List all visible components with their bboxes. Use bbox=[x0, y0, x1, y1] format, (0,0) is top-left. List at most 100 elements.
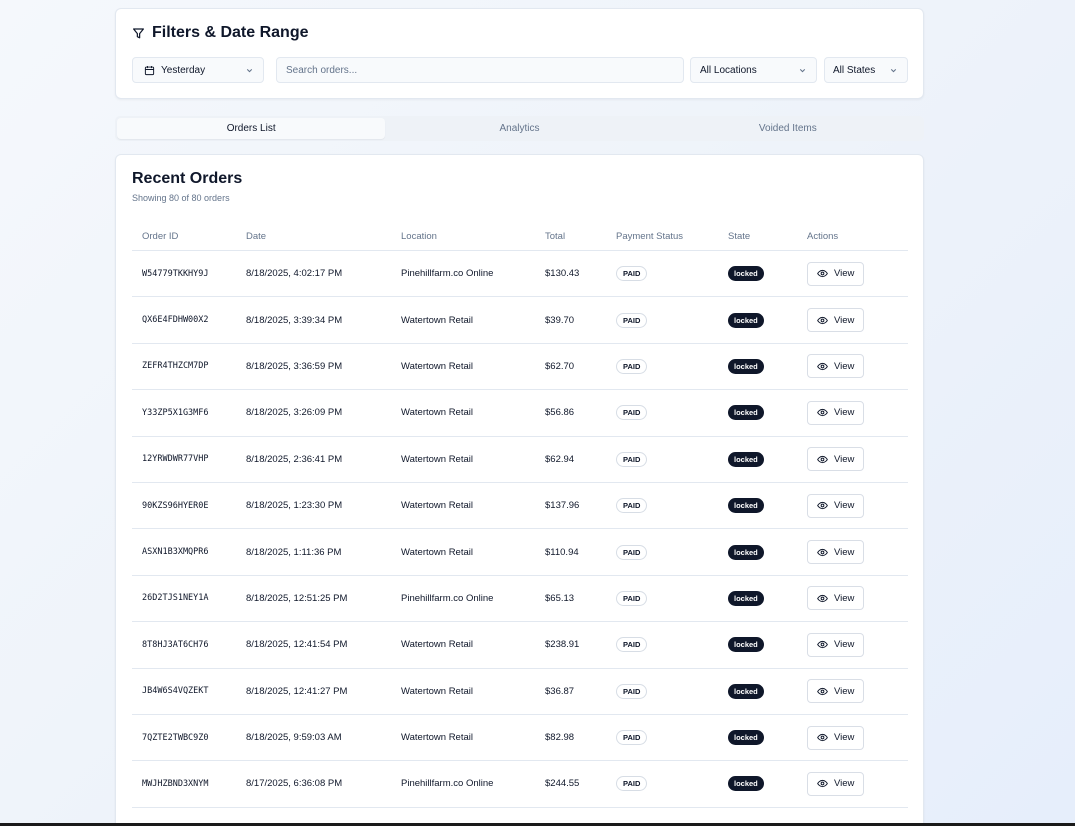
date-range-value: Yesterday bbox=[161, 64, 206, 76]
order-location: Pinehillfarm.co Online bbox=[401, 268, 494, 280]
state-cell: locked bbox=[728, 266, 807, 282]
view-order-button[interactable]: View bbox=[807, 354, 864, 379]
column-header-payment-status: Payment Status bbox=[616, 231, 684, 242]
view-label: View bbox=[834, 500, 855, 512]
table-row: 7QZTE2TWBC9Z0 8/18/2025, 9:59:03 AM Wate… bbox=[132, 715, 908, 762]
order-id: 8T8HJ3AT6CH76 bbox=[142, 639, 209, 650]
table-body: W54779TKKHY9J 8/18/2025, 4:02:17 PM Pine… bbox=[132, 251, 908, 808]
view-order-button[interactable]: View bbox=[807, 493, 864, 518]
order-id: 90KZS96HYER0E bbox=[142, 500, 209, 511]
payment-status-badge: PAID bbox=[616, 590, 648, 606]
state-badge: locked bbox=[728, 637, 764, 653]
payment-status-cell: PAID bbox=[616, 266, 728, 282]
order-id: MWJHZBND3XNYM bbox=[142, 778, 209, 789]
order-id: 26D2TJS1NEY1A bbox=[142, 593, 209, 604]
payment-status-cell: PAID bbox=[616, 776, 728, 792]
state-badge: locked bbox=[728, 451, 764, 467]
order-total: $62.70 bbox=[545, 360, 575, 372]
column-header-order-id: Order ID bbox=[142, 231, 179, 242]
eye-icon bbox=[817, 780, 828, 788]
view-order-button[interactable]: View bbox=[807, 400, 864, 425]
orders-title: Recent Orders bbox=[132, 170, 243, 187]
column-header-state: State bbox=[728, 231, 751, 242]
actions-cell: View bbox=[807, 771, 908, 796]
actions-cell: View bbox=[807, 447, 908, 472]
order-id: 12YRWDWR77VHP bbox=[142, 454, 209, 465]
view-order-button[interactable]: View bbox=[807, 261, 864, 286]
state-select[interactable]: All States bbox=[824, 57, 908, 83]
eye-icon bbox=[817, 409, 828, 417]
payment-status-badge: PAID bbox=[616, 451, 648, 467]
view-order-button[interactable]: View bbox=[807, 632, 864, 657]
order-date: 8/17/2025, 6:36:08 PM bbox=[246, 778, 343, 790]
table-row: MWJHZBND3XNYM 8/17/2025, 6:36:08 PM Pine… bbox=[132, 761, 908, 808]
state-badge: locked bbox=[728, 266, 764, 282]
actions-cell: View bbox=[807, 400, 908, 425]
payment-status-badge: PAID bbox=[616, 637, 648, 653]
state-badge: locked bbox=[728, 498, 764, 514]
payment-status-badge: PAID bbox=[616, 266, 648, 282]
state-cell: locked bbox=[728, 451, 807, 467]
payment-status-badge: PAID bbox=[616, 312, 648, 328]
order-id: W54779TKKHY9J bbox=[142, 268, 209, 279]
order-location: Watertown Retail bbox=[401, 360, 473, 372]
table-row: 12YRWDWR77VHP 8/18/2025, 2:36:41 PM Wate… bbox=[132, 437, 908, 483]
payment-status-cell: PAID bbox=[616, 544, 728, 560]
payment-status-cell: PAID bbox=[616, 358, 728, 374]
order-total: $56.86 bbox=[545, 407, 575, 419]
order-id: 7QZTE2TWBC9Z0 bbox=[142, 732, 209, 743]
payment-status-cell: PAID bbox=[616, 405, 728, 421]
order-date: 8/18/2025, 3:36:59 PM bbox=[246, 360, 343, 372]
eye-icon bbox=[817, 548, 828, 556]
table-row: ZEFR4THZCM7DP 8/18/2025, 3:36:59 PM Wate… bbox=[132, 344, 908, 391]
state-badge: locked bbox=[728, 730, 764, 746]
search-input[interactable] bbox=[276, 57, 684, 83]
state-cell: locked bbox=[728, 683, 807, 699]
payment-status-badge: PAID bbox=[616, 683, 648, 699]
table-row: ASXN1B3XMQPR6 8/18/2025, 1:11:36 PM Wate… bbox=[132, 529, 908, 576]
order-total: $39.70 bbox=[545, 314, 575, 326]
view-order-button[interactable]: View bbox=[807, 447, 864, 472]
view-label: View bbox=[834, 407, 855, 419]
state-badge: locked bbox=[728, 405, 764, 421]
payment-status-badge: PAID bbox=[616, 544, 648, 560]
order-location: Pinehillfarm.co Online bbox=[401, 778, 494, 790]
view-tabs: Orders List Analytics Voided Items bbox=[115, 116, 924, 141]
table-row: 90KZS96HYER0E 8/18/2025, 1:23:30 PM Wate… bbox=[132, 483, 908, 530]
tab-voided-items[interactable]: Voided Items bbox=[654, 118, 922, 139]
order-date: 8/18/2025, 1:11:36 PM bbox=[246, 546, 342, 558]
eye-icon bbox=[817, 594, 828, 602]
view-order-button[interactable]: View bbox=[807, 771, 864, 796]
state-cell: locked bbox=[728, 544, 807, 560]
order-id: QX6E4FDHW00X2 bbox=[142, 315, 209, 326]
state-badge: locked bbox=[728, 544, 764, 560]
calendar-icon bbox=[144, 66, 155, 76]
order-location: Pinehillfarm.co Online bbox=[401, 592, 494, 604]
table-header: Order ID Date Location Total Payment Sta… bbox=[132, 223, 908, 251]
order-location: Watertown Retail bbox=[401, 639, 473, 651]
orders-card: Recent Orders Showing 80 of 80 orders Or… bbox=[115, 154, 924, 826]
tab-analytics[interactable]: Analytics bbox=[385, 118, 653, 139]
table-row: 8T8HJ3AT6CH76 8/18/2025, 12:41:54 PM Wat… bbox=[132, 622, 908, 669]
payment-status-badge: PAID bbox=[616, 776, 648, 792]
view-label: View bbox=[834, 685, 855, 697]
date-range-select[interactable]: Yesterday bbox=[132, 57, 264, 83]
order-date: 8/18/2025, 12:41:54 PM bbox=[246, 639, 348, 651]
order-date: 8/18/2025, 12:41:27 PM bbox=[246, 685, 348, 697]
payment-status-badge: PAID bbox=[616, 498, 648, 514]
column-header-location: Location bbox=[401, 231, 437, 242]
view-label: View bbox=[834, 268, 855, 280]
state-badge: locked bbox=[728, 590, 764, 606]
actions-cell: View bbox=[807, 354, 908, 379]
view-order-button[interactable]: View bbox=[807, 540, 864, 565]
view-order-button[interactable]: View bbox=[807, 586, 864, 611]
actions-cell: View bbox=[807, 586, 908, 611]
view-order-button[interactable]: View bbox=[807, 308, 864, 333]
location-select[interactable]: All Locations bbox=[690, 57, 817, 83]
tab-orders-list[interactable]: Orders List bbox=[117, 118, 386, 139]
table-row: 26D2TJS1NEY1A 8/18/2025, 12:51:25 PM Pin… bbox=[132, 576, 908, 623]
view-order-button[interactable]: View bbox=[807, 725, 864, 750]
order-total: $130.43 bbox=[545, 268, 580, 280]
order-location: Watertown Retail bbox=[401, 453, 473, 465]
view-order-button[interactable]: View bbox=[807, 679, 864, 704]
